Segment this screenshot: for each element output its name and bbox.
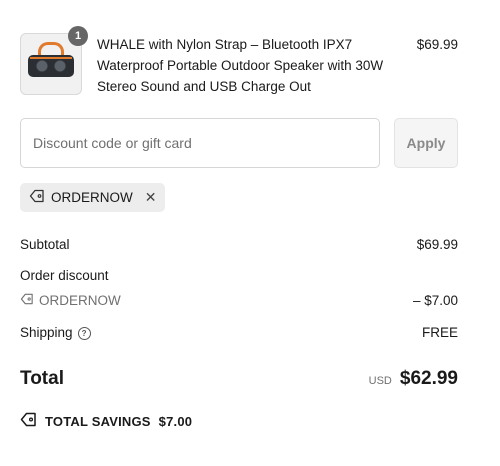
order-discount-label: Order discount bbox=[20, 268, 109, 283]
discount-value: – $7.00 bbox=[412, 293, 458, 308]
subtotal-value: $69.99 bbox=[416, 237, 458, 252]
tag-icon bbox=[20, 412, 37, 430]
help-icon[interactable]: ? bbox=[77, 326, 91, 340]
total-row: Total USD $62.99 bbox=[20, 366, 458, 392]
shipping-label: Shipping bbox=[20, 325, 73, 340]
total-value: $62.99 bbox=[399, 368, 458, 389]
total-label: Total bbox=[20, 368, 64, 389]
shipping-value: FREE bbox=[421, 325, 458, 340]
remove-discount-close-icon[interactable]: ✕ bbox=[145, 189, 157, 206]
shipping-row: Shipping ? FREE bbox=[20, 323, 458, 343]
applied-discount-code: ORDERNOW bbox=[51, 190, 133, 205]
tag-icon bbox=[20, 291, 34, 311]
currency-code: USD bbox=[368, 375, 392, 387]
total-savings: TOTAL SAVINGS $7.00 bbox=[20, 412, 192, 430]
subtotal-label: Subtotal bbox=[20, 237, 70, 252]
discount-code-label: ORDERNOW bbox=[39, 293, 121, 308]
tag-icon bbox=[29, 189, 45, 206]
product-title: WHALE with Nylon Strap – Bluetooth IPX7 … bbox=[97, 37, 384, 94]
quantity-badge: 1 bbox=[68, 26, 88, 46]
speaker-image bbox=[28, 42, 74, 77]
savings-label: TOTAL SAVINGS bbox=[45, 413, 151, 429]
order-discount-row: Order discount bbox=[20, 266, 458, 286]
subtotal-row: Subtotal $69.99 bbox=[20, 235, 458, 255]
savings-value: $7.00 bbox=[158, 413, 193, 429]
product-price: $69.99 bbox=[416, 37, 458, 52]
applied-discount-tag: ORDERNOW ✕ bbox=[20, 183, 166, 212]
apply-button[interactable]: Apply bbox=[394, 118, 458, 168]
line-item: 1 WHALE with Nylon Strap – Bluetooth IPX… bbox=[20, 26, 458, 95]
discount-code-input[interactable] bbox=[20, 118, 380, 168]
discount-code-row: ORDERNOW – $7.00 bbox=[20, 291, 458, 311]
